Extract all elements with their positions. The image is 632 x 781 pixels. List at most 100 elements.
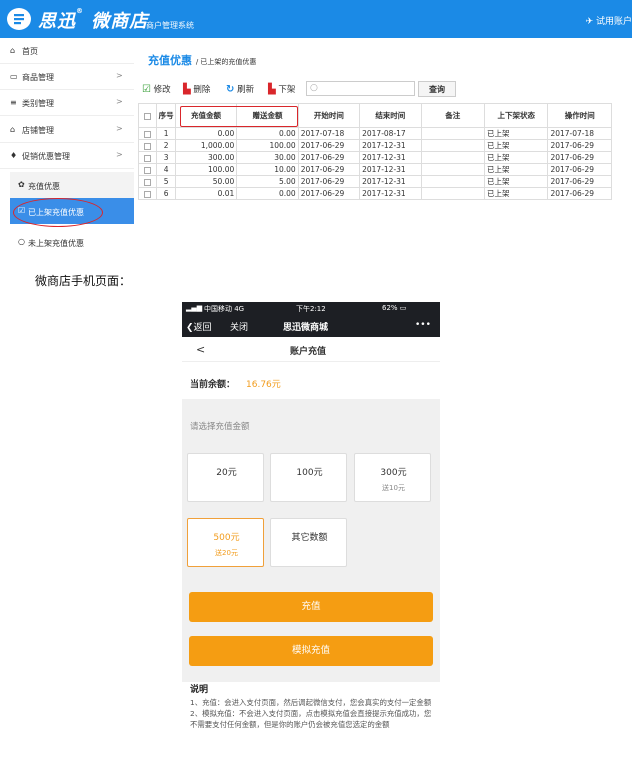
signal-icon: ▂▄▆	[186, 304, 203, 312]
sidebar-item-category[interactable]: ≡ 类别管理 >	[0, 90, 134, 116]
delete-button[interactable]: ▙ 删除	[183, 83, 210, 95]
table-cell: 2017-06-29	[297, 139, 361, 152]
sidebar-item-goods[interactable]: ▭ 商品管理 >	[0, 64, 134, 90]
query-button[interactable]: 查询	[418, 81, 456, 97]
table-cell: 5.00	[236, 175, 299, 188]
col-header: 开始时间	[297, 103, 361, 128]
gear-icon: ✿	[18, 180, 25, 189]
chevron-left-icon: ❮	[186, 323, 194, 333]
row-checkbox[interactable]	[137, 187, 158, 200]
balance-row: 当前余额： 16.76元	[182, 363, 440, 399]
goods-icon: ▭	[10, 72, 18, 81]
instructions-line-2: 2、模拟充值：不会进入支付页面，点击模拟充值会直接提示充值成功，您不需要支付任何…	[190, 709, 432, 729]
table-cell: 6	[156, 187, 176, 200]
row-checkbox[interactable]	[137, 163, 158, 176]
table-cell: 2017-08-17	[359, 127, 422, 140]
highlight-ring	[13, 198, 103, 227]
phone-screenshot: ▂▄▆ 中国移动 4G 下午2:12 62% ▭ ❮返回 关闭 思迅微商城 ••…	[182, 302, 440, 781]
row-checkbox[interactable]	[137, 175, 158, 188]
sidebar-item-store[interactable]: ⌂ 店铺管理 >	[0, 117, 134, 143]
breadcrumb: / 已上架的充值优惠	[195, 58, 257, 66]
table-cell: 2017-06-29	[547, 175, 612, 188]
table-cell: 已上架	[483, 151, 549, 164]
table-cell	[420, 187, 486, 200]
table-cell: 2017-12-31	[359, 151, 422, 164]
refresh-button[interactable]: ↻ 刷新	[226, 83, 254, 95]
table-cell: 2017-06-29	[547, 187, 612, 200]
amount-card-100[interactable]: 100元	[270, 453, 347, 502]
recharge-button[interactable]: 充值	[189, 592, 433, 622]
highlight-ring	[180, 106, 298, 127]
amount-card-300[interactable]: 300元 送10元	[354, 453, 431, 502]
page-title: 账户充值	[290, 347, 327, 357]
table-cell: 50.00	[174, 175, 238, 188]
table-row[interactable]: 2 1,000.00 100.00 2017-06-29 2017-12-31 已上架 20…	[137, 139, 612, 152]
table-cell	[420, 163, 486, 176]
delete-icon: ▙	[183, 84, 191, 95]
table-cell: 1	[156, 127, 176, 140]
close-link[interactable]: 关闭	[230, 320, 248, 333]
table-row[interactable]: 3 300.00 30.00 2017-06-29 2017-12-31 已上架 2017-…	[137, 151, 612, 164]
table-cell: 已上架	[483, 127, 549, 140]
sidebar-item-promo[interactable]: ♦ 促销优惠管理 >	[0, 143, 134, 169]
table-row[interactable]: 1 0.00 0.00 2017-07-18 2017-08-17 已上架 2017-07-…	[137, 127, 612, 140]
app-title: 思迅微商城	[283, 323, 329, 333]
select-all-checkbox[interactable]	[137, 103, 158, 128]
table-row[interactable]: 6 0.01 0.00 2017-06-29 2017-12-31 已上架 2017-06-…	[137, 187, 612, 200]
trial-account-link[interactable]: ✈ 试用账户	[586, 14, 632, 27]
simulated-recharge-button[interactable]: 模拟充值	[189, 636, 433, 666]
sidebar-item-home[interactable]: ⌂ 首页	[0, 38, 134, 64]
refresh-icon: ↻	[226, 84, 235, 95]
table-cell: 2017-06-29	[297, 163, 361, 176]
amount-card-500[interactable]: 500元 送20元	[187, 518, 264, 567]
phone-status-bar: ▂▄▆ 中国移动 4G 下午2:12 62% ▭	[182, 302, 440, 315]
col-header: 操作时间	[547, 103, 612, 128]
logo-text: 思迅® 微商店	[38, 7, 149, 32]
mobile-caption: 微商店手机页面：	[35, 274, 132, 288]
col-header: 序号	[156, 103, 176, 128]
search-input[interactable]: ○	[306, 81, 415, 96]
chevron-right-icon: >	[116, 150, 123, 159]
table-cell: 已上架	[483, 139, 549, 152]
amount-card-other[interactable]: 其它数额	[270, 518, 347, 567]
sidebar: ⌂ 首页 ▭ 商品管理 > ≡ 类别管理 > ⌂ 店铺管理 > ♦ 促销优惠管理…	[0, 38, 134, 258]
battery-icon: 62% ▭	[382, 304, 407, 312]
list-icon: ≡	[10, 98, 17, 107]
table-cell: 已上架	[483, 163, 549, 176]
edit-button[interactable]: ☑ 修改	[142, 83, 171, 95]
table-cell: 0.00	[236, 127, 299, 140]
table-cell: 0.00	[174, 127, 238, 140]
table-cell	[420, 139, 486, 152]
table-cell: 已上架	[483, 175, 549, 188]
send-icon: ✈	[585, 17, 594, 27]
table-cell: 0.00	[236, 187, 299, 200]
amount-card-20[interactable]: 20元	[187, 453, 264, 502]
table-row[interactable]: 5 50.00 5.00 2017-06-29 2017-12-31 已上架 2017-06…	[137, 175, 612, 188]
chevron-right-icon: >	[116, 124, 123, 133]
sidebar-sub-unlisted-promo[interactable]: ○ 未上架充值优惠	[10, 229, 134, 255]
table-cell: 2017-12-31	[359, 163, 422, 176]
table-cell: 2	[156, 139, 176, 152]
table-cell: 2017-06-29	[297, 175, 361, 188]
row-checkbox[interactable]	[137, 151, 158, 164]
more-icon[interactable]: •••	[415, 320, 431, 330]
top-header: 思迅® 微商店 商户管理系统 ✈ 试用账户	[0, 0, 632, 38]
table-cell: 2017-12-31	[359, 139, 422, 152]
table-cell	[420, 175, 486, 188]
sidebar-sub-recharge-promo[interactable]: ✿ 充值优惠	[10, 172, 134, 198]
back-link[interactable]: ❮返回	[186, 320, 212, 333]
offshelf-button[interactable]: ▙ 下架	[268, 83, 295, 95]
chevron-right-icon: >	[116, 71, 123, 80]
row-checkbox[interactable]	[137, 127, 158, 140]
table-row[interactable]: 4 100.00 10.00 2017-06-29 2017-12-31 已上架 2017-…	[137, 163, 612, 176]
row-checkbox[interactable]	[137, 139, 158, 152]
table-cell: 100.00	[174, 163, 238, 176]
back-arrow-icon[interactable]: <	[196, 343, 205, 356]
table-cell: 2017-06-29	[297, 151, 361, 164]
table-cell: 2017-12-31	[359, 175, 422, 188]
table-cell: 2017-06-29	[297, 187, 361, 200]
table-cell: 3	[156, 151, 176, 164]
home-icon: ⌂	[10, 46, 16, 55]
wechat-nav-bar: ❮返回 关闭 思迅微商城 •••	[182, 315, 440, 337]
instructions-line-1: 1、充值：会进入支付页面，然后调起微信支付，您会真实的支付一定金额	[190, 698, 432, 707]
